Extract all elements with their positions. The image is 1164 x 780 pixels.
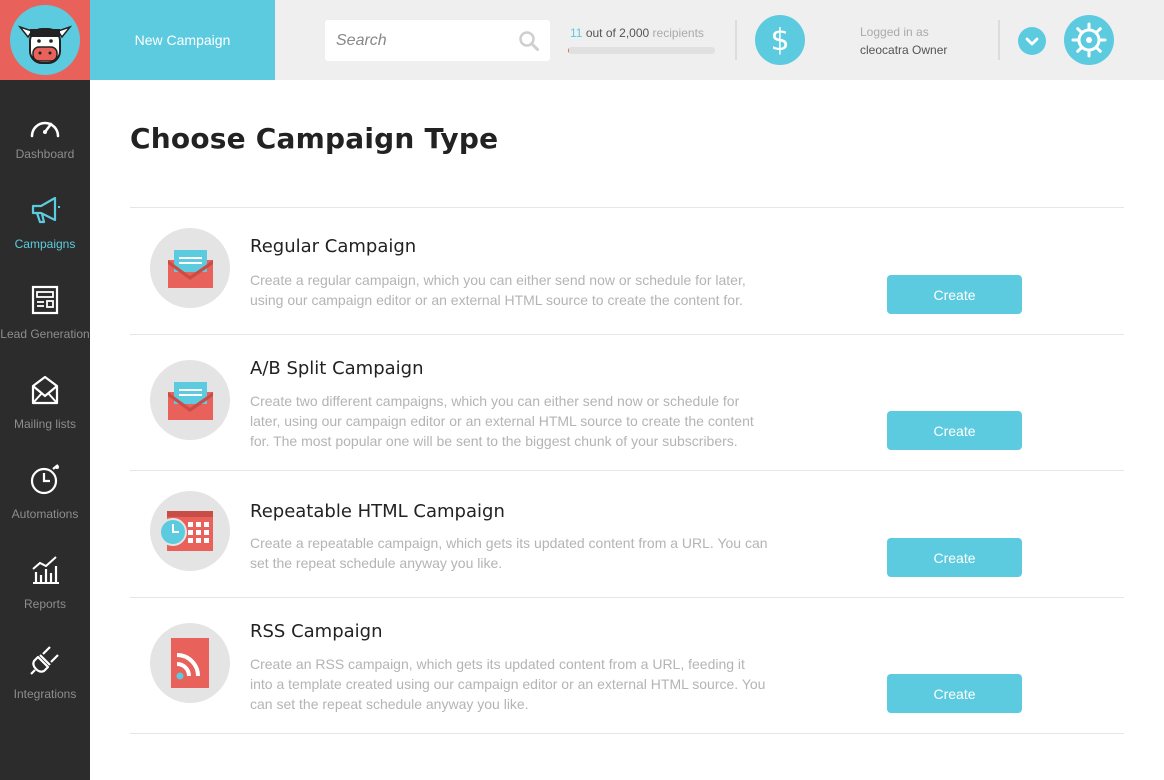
- campaign-title: Regular Campaign: [250, 236, 417, 257]
- chevron-down-icon: [1025, 37, 1039, 46]
- campaign-title: A/B Split Campaign: [250, 358, 424, 379]
- campaign-type-repeatable-html: Repeatable HTML Campaign Create a repeat…: [130, 471, 1124, 597]
- create-regular-campaign-button[interactable]: Create: [887, 275, 1022, 314]
- new-campaign-button[interactable]: New Campaign: [90, 0, 275, 80]
- page-title: Choose Campaign Type: [130, 122, 499, 155]
- recipients-counter: 11 out of 2,000 recipients: [570, 26, 704, 40]
- recipients-progress-fill: [568, 47, 570, 54]
- top-bar: New Campaign 11 out of 2,000 recipients …: [0, 0, 1164, 80]
- megaphone-icon: [31, 196, 60, 224]
- ab-split-campaign-badge: [150, 360, 230, 440]
- campaign-description: Create a regular campaign, which you can…: [250, 272, 746, 308]
- account-dropdown-button[interactable]: [1018, 27, 1046, 55]
- chart-icon: [32, 556, 59, 584]
- divider: [998, 20, 1000, 60]
- sidebar-item-mailing-lists[interactable]: Mailing lists: [0, 374, 90, 464]
- billing-button[interactable]: $: [755, 15, 805, 65]
- recipients-suffix: recipients: [652, 26, 704, 40]
- create-rss-campaign-button[interactable]: Create: [887, 674, 1022, 713]
- recipients-total: out of 2,000: [585, 26, 650, 40]
- sidebar-item-label: Lead Generation: [0, 327, 90, 341]
- search-input[interactable]: [336, 31, 516, 50]
- search-box: [325, 20, 550, 61]
- logo-area[interactable]: [0, 0, 90, 80]
- campaign-type-ab-split: A/B Split Campaign Create two different …: [130, 335, 1124, 470]
- speedometer-icon: [30, 121, 60, 138]
- repeatable-campaign-badge: [150, 491, 230, 571]
- campaign-type-regular: Regular Campaign Create a regular campai…: [130, 208, 1124, 334]
- regular-campaign-badge: [150, 228, 230, 308]
- search-icon[interactable]: [518, 30, 540, 52]
- gear-icon: [1071, 22, 1107, 58]
- rss-icon: [171, 638, 209, 688]
- logged-in-label: Logged in as: [860, 25, 929, 39]
- campaign-type-rss: RSS Campaign Create an RSS campaign, whi…: [130, 598, 1124, 733]
- divider: [735, 20, 737, 60]
- sidebar-item-label: Integrations: [13, 687, 77, 701]
- plug-icon: [30, 646, 59, 675]
- sidebar-item-label: Dashboard: [15, 147, 75, 161]
- envelope-icon: [168, 250, 213, 288]
- campaign-title: RSS Campaign: [250, 621, 383, 642]
- cow-logo-icon: [10, 5, 80, 75]
- user-role: Owner: [912, 43, 948, 57]
- svg-text:$: $: [770, 23, 789, 58]
- clock-icon: [30, 464, 59, 495]
- sidebar-item-label: Mailing lists: [13, 417, 76, 431]
- recipients-count: 11: [570, 26, 583, 40]
- sidebar-item-automations[interactable]: Automations: [0, 464, 90, 554]
- campaign-description: Create a repeatable campaign, which gets…: [250, 535, 768, 571]
- logged-in-info: Logged in as cleocatra Owner: [860, 23, 947, 59]
- sidebar-item-campaigns[interactable]: Campaigns: [0, 194, 90, 284]
- calendar-clock-icon: [159, 511, 213, 551]
- sidebar-item-label: Campaigns: [14, 237, 76, 251]
- rss-campaign-badge: [150, 623, 230, 703]
- sidebar-item-dashboard[interactable]: Dashboard: [0, 112, 90, 202]
- sidebar-item-label: Reports: [23, 597, 67, 611]
- divider: [130, 733, 1124, 734]
- campaign-description: Create two different campaigns, which yo…: [250, 393, 754, 449]
- sidebar-item-integrations[interactable]: Integrations: [0, 644, 90, 734]
- sidebar: Dashboard Campaigns Lead Generation Mail…: [0, 80, 90, 780]
- user-name: cleocatra: [860, 43, 909, 57]
- recipients-progress-bar: [568, 47, 715, 54]
- sidebar-item-lead-generation[interactable]: Lead Generation: [0, 284, 90, 374]
- sidebar-item-label: Automations: [11, 507, 79, 521]
- envelope-icon: [31, 375, 59, 405]
- user-identity: cleocatra Owner: [860, 41, 947, 59]
- create-ab-split-campaign-button[interactable]: Create: [887, 411, 1022, 450]
- dollar-icon: $: [770, 23, 789, 58]
- envelope-split-icon: [168, 382, 213, 420]
- form-icon: [31, 285, 59, 315]
- campaign-title: Repeatable HTML Campaign: [250, 501, 505, 522]
- sidebar-item-reports[interactable]: Reports: [0, 554, 90, 644]
- create-repeatable-campaign-button[interactable]: Create: [887, 538, 1022, 577]
- campaign-description: Create an RSS campaign, which gets its u…: [250, 656, 766, 712]
- settings-button[interactable]: [1064, 15, 1114, 65]
